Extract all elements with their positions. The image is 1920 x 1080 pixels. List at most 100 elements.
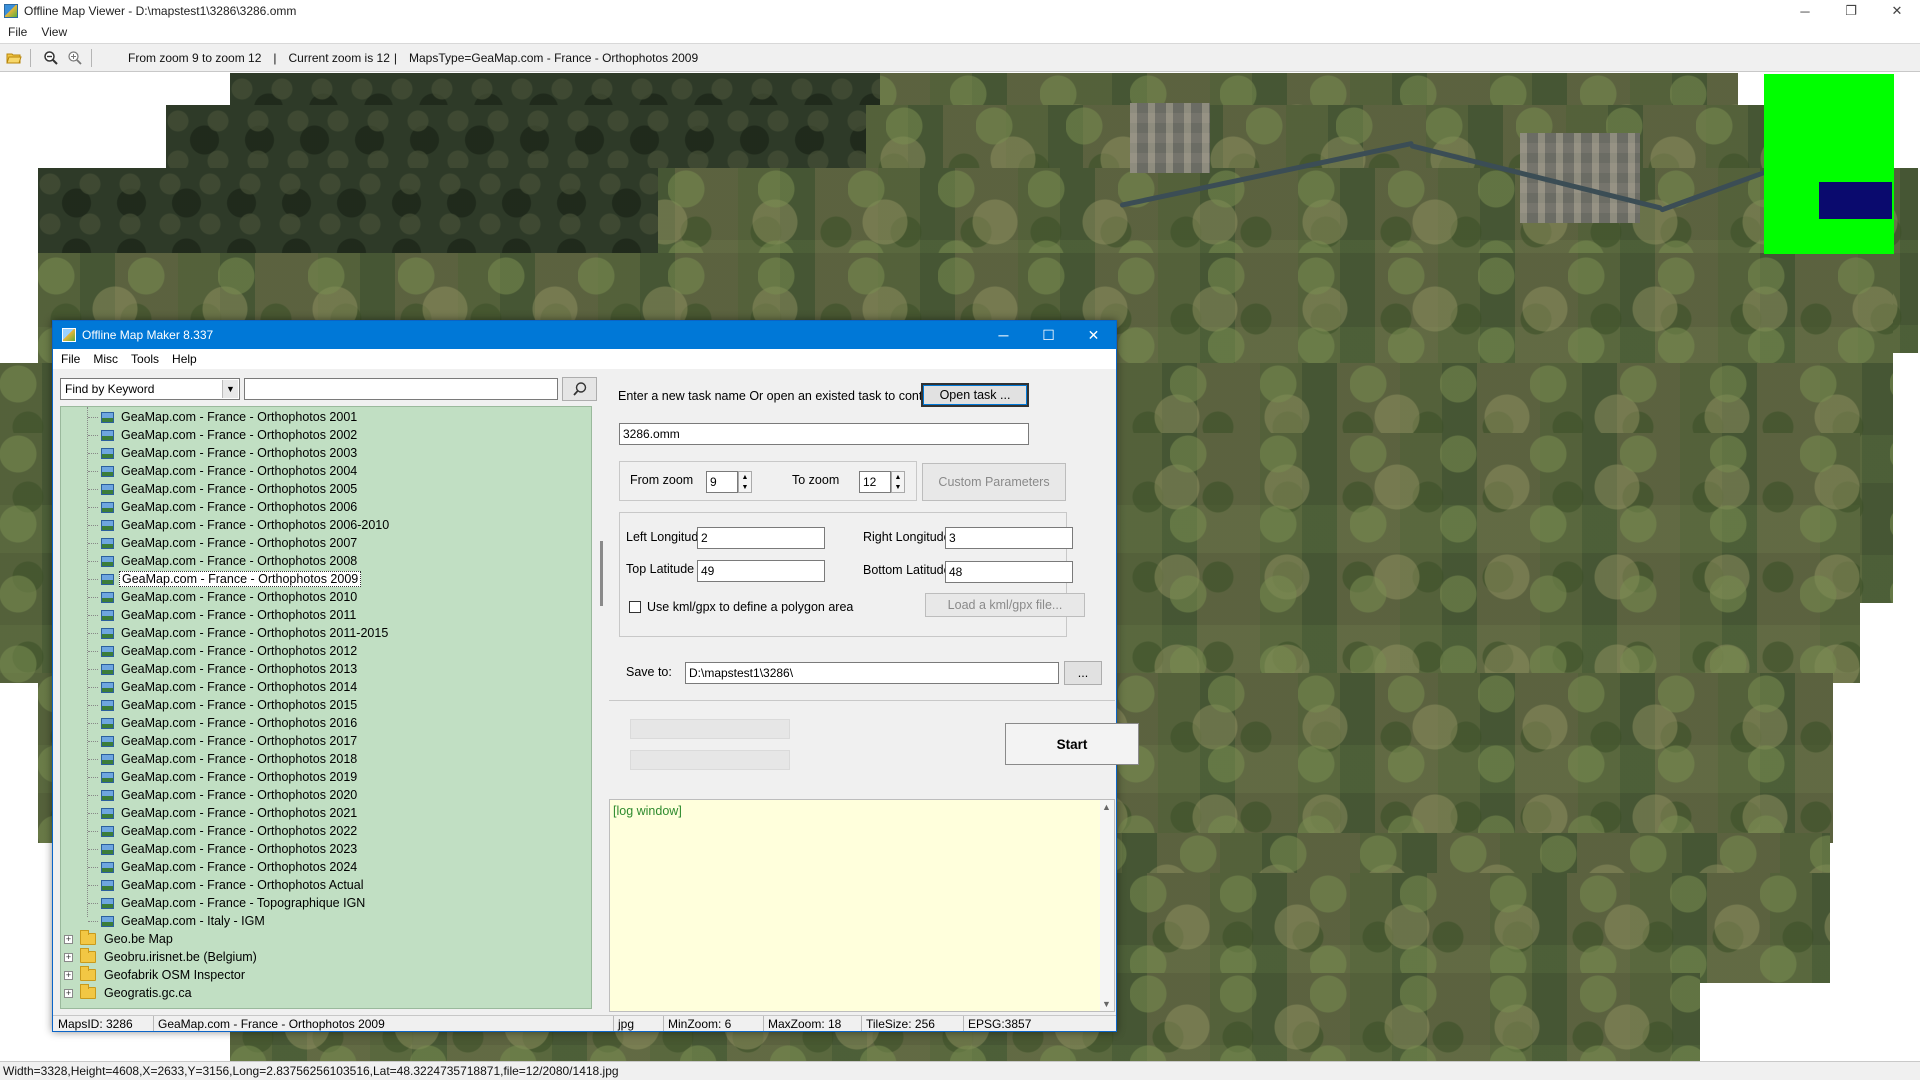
tree-item[interactable]: GeaMap.com - France - Orthophotos Actual [88, 876, 365, 894]
tree-item[interactable]: GeaMap.com - Italy - IGM [88, 912, 267, 930]
tree-folder[interactable]: + Geogratis.gc.ca [64, 984, 194, 1002]
tree-item[interactable]: GeaMap.com - France - Orthophotos 2008 [88, 552, 359, 570]
search-button[interactable] [562, 377, 597, 401]
tree-item[interactable]: GeaMap.com - France - Orthophotos 2007 [88, 534, 359, 552]
log-scrollbar[interactable]: ▲ ▼ [1100, 800, 1114, 1011]
epsg-text: EPSG:3857 [968, 1017, 1032, 1031]
left-longitude-input[interactable]: 2 [697, 527, 825, 549]
tree-item[interactable]: GeaMap.com - France - Orthophotos 2014 [88, 678, 359, 696]
tree-item[interactable]: GeaMap.com - France - Orthophotos 2021 [88, 804, 359, 822]
overview-minimap[interactable] [1764, 74, 1894, 254]
tree-scroll-thumb[interactable] [600, 541, 603, 606]
tree-item[interactable]: GeaMap.com - France - Orthophotos 2018 [88, 750, 359, 768]
dialog-menu-misc[interactable]: Misc [93, 352, 118, 366]
save-to-input[interactable]: D:\mapstest1\3286\ [685, 662, 1059, 684]
tree-item[interactable]: GeaMap.com - France - Orthophotos 2015 [88, 696, 359, 714]
tree-item[interactable]: GeaMap.com - France - Orthophotos 2005 [88, 480, 359, 498]
tree-item[interactable]: GeaMap.com - France - Orthophotos 2024 [88, 858, 359, 876]
map-layer-icon [101, 735, 114, 747]
start-button[interactable]: Start [1005, 723, 1139, 765]
dialog-menu-tools[interactable]: Tools [131, 352, 159, 366]
browse-folder-button[interactable]: ... [1064, 661, 1102, 685]
expand-plus-icon[interactable]: + [64, 970, 73, 980]
tree-item[interactable]: GeaMap.com - France - Orthophotos 2006-2… [88, 516, 391, 534]
dialog-maximize-button[interactable]: ☐ [1026, 321, 1071, 349]
custom-parameters-button[interactable]: Custom Parameters [922, 463, 1066, 501]
use-kml-checkbox[interactable] [629, 601, 641, 613]
bottom-latitude-label: Bottom Latitude [863, 563, 951, 577]
tree-item[interactable]: GeaMap.com - France - Orthophotos 2023 [88, 840, 359, 858]
tree-item[interactable]: GeaMap.com - France - Orthophotos 2009 [88, 570, 362, 588]
dialog-menu-file[interactable]: File [61, 352, 80, 366]
tree-scrollbar[interactable] [597, 406, 609, 1009]
tree-folder[interactable]: + Geo.be Map [64, 930, 175, 948]
tree-item[interactable]: GeaMap.com - France - Orthophotos 2004 [88, 462, 359, 480]
overview-viewport-rect[interactable] [1819, 182, 1892, 219]
tree-item[interactable]: GeaMap.com - France - Orthophotos 2011 [88, 606, 358, 624]
expand-plus-icon[interactable]: + [64, 934, 73, 944]
log-window[interactable]: [log window] ▲ ▼ [609, 799, 1115, 1012]
load-kml-button[interactable]: Load a kml/gpx file... [925, 593, 1085, 617]
menu-view[interactable]: View [41, 25, 67, 39]
tree-folder[interactable]: + Geobru.irisnet.be (Belgium) [64, 948, 259, 966]
dialog-minimize-button[interactable]: ─ [981, 321, 1026, 349]
top-latitude-label: Top Latitude [626, 562, 695, 576]
tree-connector [88, 650, 98, 652]
tree-item[interactable]: GeaMap.com - France - Orthophotos 2003 [88, 444, 359, 462]
from-zoom-input[interactable]: 9 [706, 471, 738, 493]
tree-item[interactable]: GeaMap.com - France - Orthophotos 2020 [88, 786, 359, 804]
tree-item[interactable]: GeaMap.com - France - Orthophotos 2019 [88, 768, 359, 786]
tree-connector [88, 452, 98, 454]
restore-button[interactable]: ❐ [1828, 0, 1874, 22]
dialog-menu-help[interactable]: Help [172, 352, 197, 366]
open-task-button[interactable]: Open task ... [921, 383, 1029, 407]
right-longitude-input[interactable]: 3 [945, 527, 1073, 549]
tree-connector [88, 416, 98, 418]
tree-item-label: GeaMap.com - France - Orthophotos 2015 [121, 698, 358, 712]
tree-item[interactable]: GeaMap.com - France - Topographique IGN [88, 894, 367, 912]
search-mode-select[interactable]: Find by Keyword ▼ [60, 378, 240, 400]
from-zoom-stepper[interactable]: ▲ ▼ [738, 471, 752, 493]
tree-connector [88, 614, 98, 616]
map-source-tree[interactable]: GeaMap.com - France - Orthophotos 2001 Ge… [60, 406, 592, 1009]
tree-connector [88, 884, 98, 886]
open-folder-icon[interactable] [4, 48, 24, 68]
expand-plus-icon[interactable]: + [64, 952, 73, 962]
search-input[interactable] [244, 378, 558, 400]
to-zoom-input[interactable]: 12 [859, 471, 891, 493]
minimize-button[interactable]: ─ [1782, 0, 1828, 22]
scroll-down-icon[interactable]: ▼ [1102, 999, 1111, 1009]
scroll-up-icon[interactable]: ▲ [1102, 802, 1111, 812]
close-button[interactable]: ✕ [1874, 0, 1920, 22]
toolbar-divider [91, 48, 92, 67]
tree-item-label: GeaMap.com - France - Orthophotos 2008 [121, 554, 358, 568]
tree-item[interactable]: GeaMap.com - France - Orthophotos 2016 [88, 714, 359, 732]
tree-item[interactable]: GeaMap.com - France - Orthophotos 2010 [88, 588, 359, 606]
map-layer-icon [101, 483, 114, 495]
tree-item[interactable]: GeaMap.com - France - Orthophotos 2002 [88, 426, 359, 444]
tree-item[interactable]: GeaMap.com - France - Orthophotos 2017 [88, 732, 359, 750]
tree-item[interactable]: GeaMap.com - France - Orthophotos 2001 [88, 408, 359, 426]
tree-item-label: GeaMap.com - France - Orthophotos 2014 [121, 680, 358, 694]
tree-item-label: GeaMap.com - France - Orthophotos 2011 [121, 608, 357, 622]
tree-connector [88, 596, 98, 598]
top-latitude-input[interactable]: 49 [697, 560, 825, 582]
use-kml-label: Use kml/gpx to define a polygon area [647, 600, 854, 614]
menu-file[interactable]: File [8, 25, 27, 39]
task-name-input[interactable]: 3286.omm [619, 423, 1029, 445]
tree-item[interactable]: GeaMap.com - France - Orthophotos 2012 [88, 642, 359, 660]
dialog-close-button[interactable]: ✕ [1071, 321, 1116, 349]
tree-connector [88, 776, 98, 778]
bottom-latitude-input[interactable]: 48 [945, 561, 1073, 583]
tree-item[interactable]: GeaMap.com - France - Orthophotos 2022 [88, 822, 359, 840]
to-zoom-stepper[interactable]: ▲ ▼ [891, 471, 905, 493]
tree-item[interactable]: GeaMap.com - France - Orthophotos 2006 [88, 498, 359, 516]
tree-item[interactable]: GeaMap.com - France - Orthophotos 2011-2… [88, 624, 390, 642]
tree-folder[interactable]: + Geofabrik OSM Inspector [64, 966, 247, 984]
tree-item[interactable]: GeaMap.com - France - Orthophotos 2013 [88, 660, 359, 678]
zoom-out-icon[interactable] [41, 48, 61, 68]
chevron-down-icon[interactable]: ▼ [222, 380, 238, 398]
viewer-menu-bar: File View [0, 22, 1920, 42]
zoom-in-icon[interactable] [65, 48, 85, 68]
expand-plus-icon[interactable]: + [64, 988, 73, 998]
